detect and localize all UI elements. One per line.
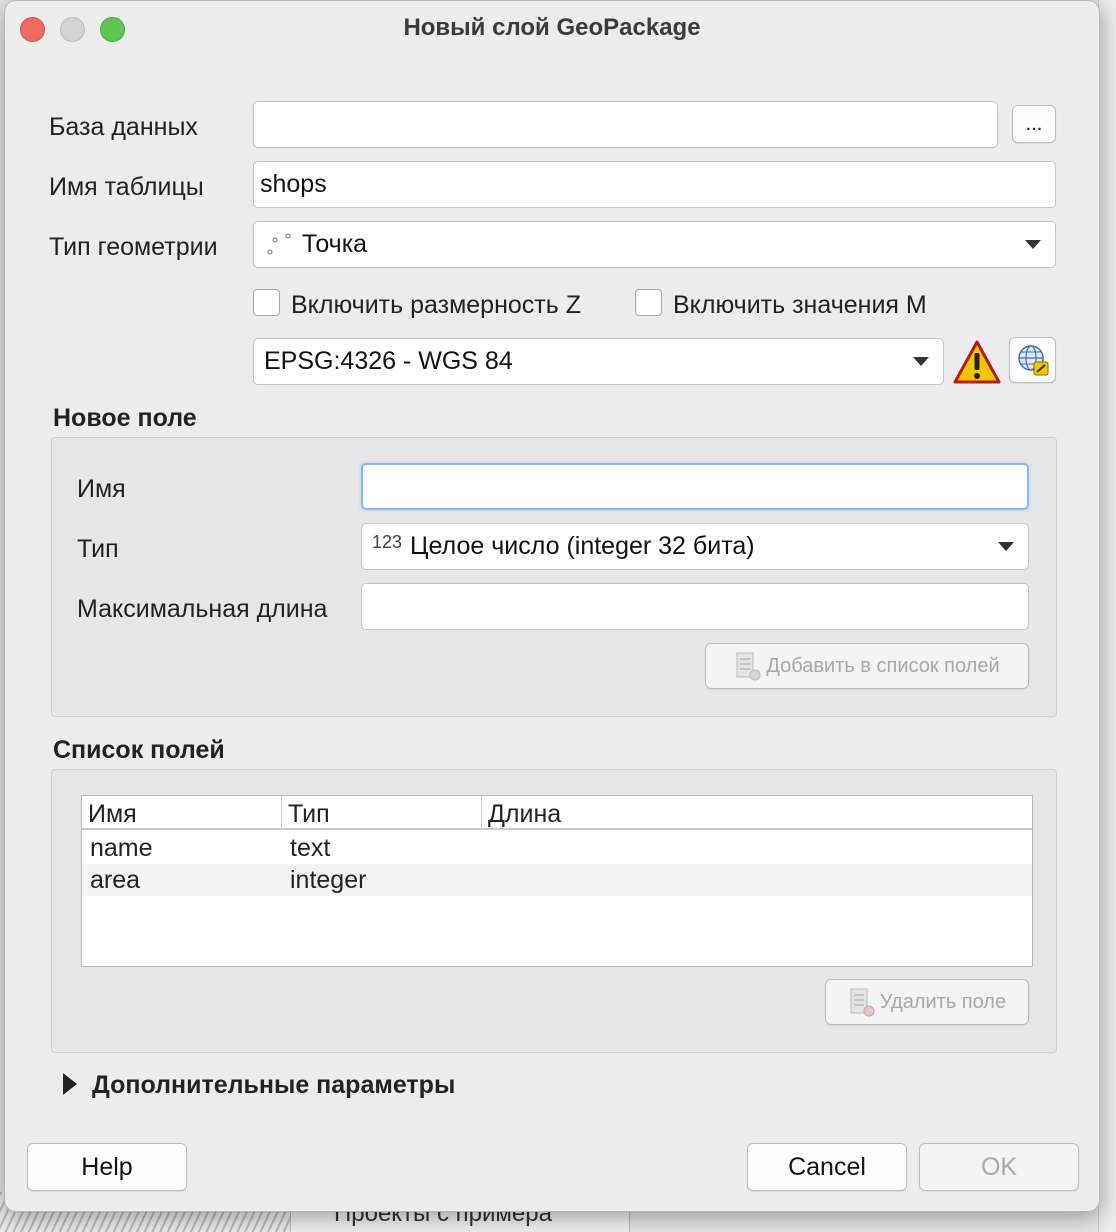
chevron-down-icon <box>998 542 1014 551</box>
add-field-icon <box>736 652 761 681</box>
point-geometry-icon <box>267 233 291 254</box>
geometry-type-label: Тип геометрии <box>49 233 218 261</box>
include-m-label: Включить значения M <box>673 291 927 319</box>
add-field-button[interactable]: Добавить в список полей <box>705 643 1029 689</box>
cell-name: name <box>90 834 153 862</box>
table-row[interactable]: name text <box>82 832 1032 864</box>
include-z-checkbox[interactable] <box>253 289 280 316</box>
browse-button[interactable]: ... <box>1012 105 1056 143</box>
geometry-type-value: Точка <box>302 230 368 258</box>
field-type-value: Целое число (integer 32 бита) <box>410 532 755 560</box>
table-name-label: Имя таблицы <box>49 173 204 201</box>
column-header-name[interactable]: Имя <box>82 796 282 830</box>
help-button[interactable]: Help <box>27 1143 187 1191</box>
cell-type: text <box>290 834 331 862</box>
remove-field-label: Удалить поле <box>879 990 1007 1013</box>
new-field-section-title: Новое поле <box>53 404 197 432</box>
field-name-input[interactable] <box>361 463 1029 510</box>
cell-type: integer <box>290 866 367 894</box>
new-geopackage-dialog: Новый слой GeoPackage База данных ... Им… <box>4 0 1100 1212</box>
column-header-type[interactable]: Тип <box>282 796 482 830</box>
select-crs-button[interactable] <box>1009 337 1056 383</box>
fields-table-header: Имя Тип Длина <box>82 796 1032 830</box>
field-type-label: Тип <box>77 535 119 563</box>
chevron-down-icon <box>913 357 929 366</box>
cancel-button[interactable]: Cancel <box>747 1143 907 1191</box>
include-m-checkbox[interactable] <box>635 289 662 316</box>
field-list-section-title: Список полей <box>53 736 225 764</box>
geometry-type-select[interactable]: Точка <box>253 221 1056 268</box>
column-header-length[interactable]: Длина <box>482 796 1032 830</box>
remove-field-icon <box>850 988 875 1017</box>
warning-icon <box>953 340 1001 384</box>
max-length-input[interactable] <box>361 583 1029 630</box>
fields-table: Имя Тип Длина name text area integer <box>81 795 1033 967</box>
max-length-label: Максимальная длина <box>77 595 328 623</box>
close-window-button[interactable] <box>20 17 45 42</box>
minimize-window-button[interactable] <box>60 17 85 42</box>
window-title: Новый слой GeoPackage <box>403 14 701 41</box>
field-type-select[interactable]: 123 Целое число (integer 32 бита) <box>361 523 1029 570</box>
cell-name: area <box>90 866 141 894</box>
chevron-down-icon <box>1025 240 1041 249</box>
crs-select[interactable]: EPSG:4326 - WGS 84 <box>253 338 944 385</box>
crs-value: EPSG:4326 - WGS 84 <box>264 347 513 375</box>
remove-field-button[interactable]: Удалить поле <box>825 979 1029 1025</box>
include-z-label: Включить размерность Z <box>291 291 581 319</box>
background-panel <box>1098 0 1116 1232</box>
expand-arrow-icon[interactable] <box>63 1073 77 1095</box>
add-field-label: Добавить в список полей <box>766 654 1000 677</box>
table-row[interactable]: area integer <box>82 864 1032 896</box>
globe-crs-icon <box>1017 345 1048 376</box>
advanced-parameters-toggle[interactable]: Дополнительные параметры <box>92 1071 455 1100</box>
integer-type-icon: 123 <box>372 532 403 552</box>
table-name-input[interactable] <box>253 161 1056 208</box>
database-input[interactable] <box>253 101 998 148</box>
maximize-window-button[interactable] <box>100 17 125 42</box>
title-bar: Новый слой GeoPackage <box>5 1 1099 55</box>
database-label: База данных <box>49 113 198 141</box>
ok-button[interactable]: OK <box>919 1143 1079 1191</box>
field-name-label: Имя <box>77 475 126 503</box>
